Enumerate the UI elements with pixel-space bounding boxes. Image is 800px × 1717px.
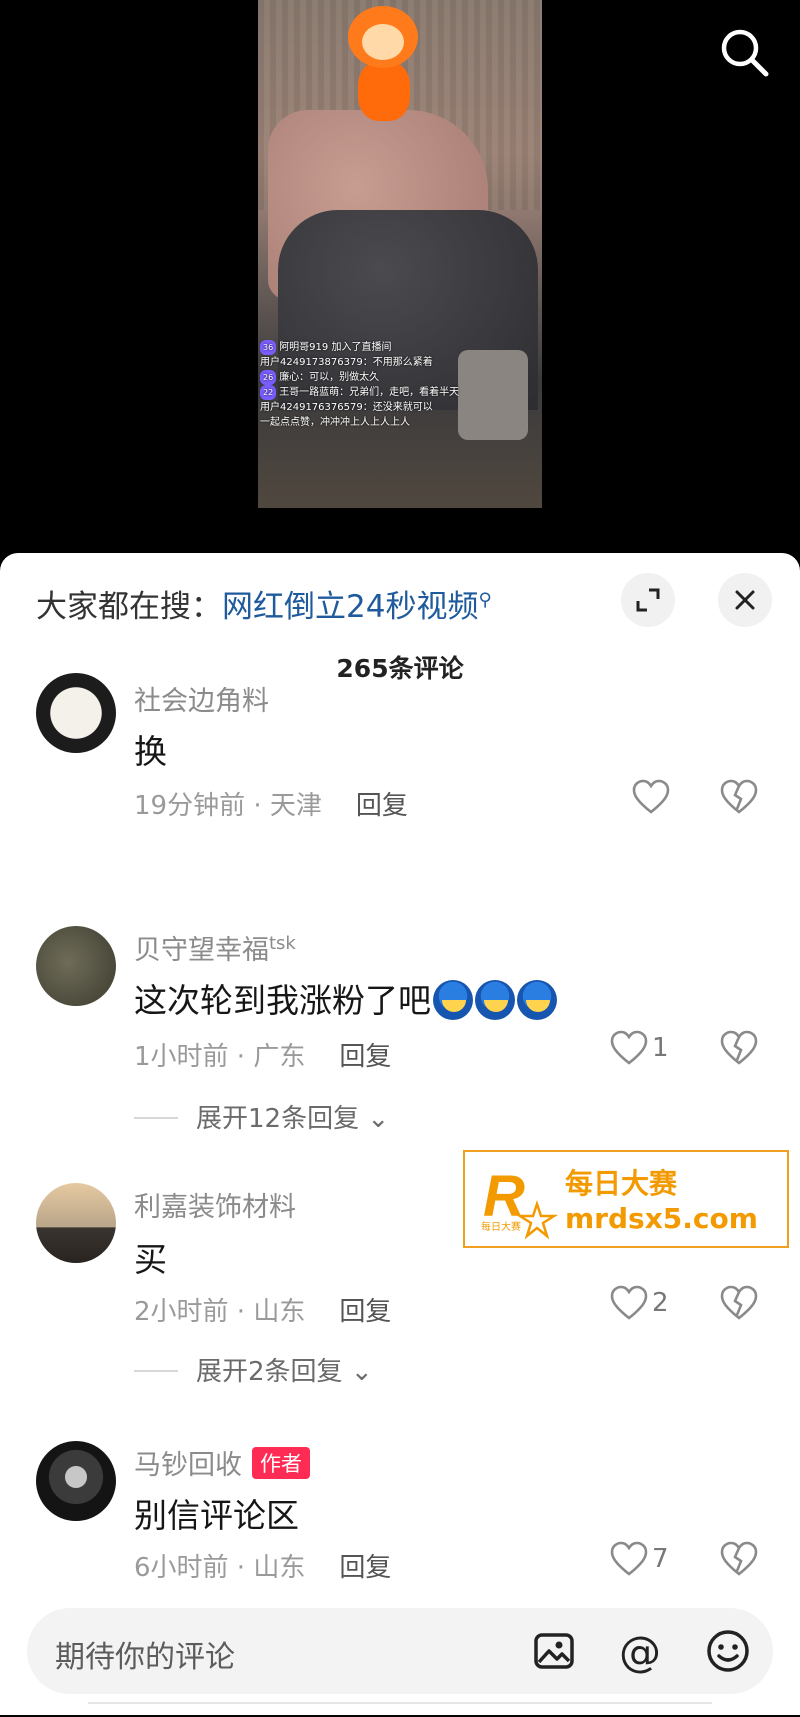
chevron-down-icon: ⌄	[350, 1357, 373, 1387]
reply-button[interactable]: 回复	[339, 1553, 391, 1583]
hot-search-bar[interactable]: 大家都在搜：网红倒立24秒视频⚲	[36, 581, 492, 626]
chevron-down-icon: ⌄	[367, 1104, 390, 1134]
at-icon[interactable]: @	[616, 1626, 666, 1676]
heart-icon	[632, 779, 670, 814]
comment-username[interactable]: 利嘉装饰材料	[134, 1185, 296, 1224]
hot-search-prefix: 大家都在搜：	[36, 589, 222, 625]
expand-replies-button[interactable]: 展开12条回复 ⌄	[134, 1098, 389, 1135]
comments-panel: 大家都在搜：网红倒立24秒视频⚲ 265条评论 社会边角料 换 19分钟前 · …	[0, 553, 800, 1715]
like-count: 2	[652, 1288, 669, 1318]
live-chat-line: 用户4249176376579：还没来就可以	[260, 402, 433, 413]
comment-input[interactable]: 期待你的评论	[55, 1632, 235, 1676]
avatar[interactable]	[36, 926, 116, 1006]
comment-count: 265条评论	[336, 654, 464, 683]
author-badge: 作者	[252, 1447, 310, 1479]
dislike-button[interactable]	[720, 1285, 758, 1325]
heart-icon	[610, 1030, 648, 1065]
watermark-title: 每日大赛	[565, 1167, 678, 1200]
comment-username[interactable]: 马钞回收 作者	[134, 1443, 310, 1482]
emoji-icon	[475, 980, 515, 1020]
comment-username[interactable]: 贝守望幸福tsk	[134, 928, 296, 967]
search-mini-icon: ⚲	[478, 589, 492, 611]
heart-icon	[610, 1541, 648, 1576]
live-chat-line: 36 阿明哥919 加入了直播间	[260, 340, 530, 355]
reply-button[interactable]: 回复	[339, 1297, 391, 1327]
comment-time-location: 2小时前 · 山东	[134, 1297, 306, 1327]
like-button[interactable]: 7	[610, 1541, 669, 1577]
close-button[interactable]	[718, 573, 772, 627]
search-icon[interactable]	[716, 24, 772, 80]
comment-text: 这次轮到我涨粉了吧	[134, 974, 557, 1022]
hot-search-term[interactable]: 网红倒立24秒视频	[222, 589, 478, 625]
live-chat-overlay: 36 阿明哥919 加入了直播间 用户424917387637​9：不用那么紧着 …	[260, 340, 530, 430]
close-icon	[735, 590, 755, 610]
comment-time-location: 19分钟前 · 天津	[134, 791, 322, 821]
video-area[interactable]: 36 阿明哥919 加入了直播间 用户424917387637​9：不用那么紧着 …	[0, 0, 800, 560]
heart-icon	[610, 1285, 648, 1320]
comment-text: 买	[134, 1240, 167, 1279]
broken-heart-icon	[720, 1285, 758, 1320]
reply-button[interactable]: 回复	[356, 791, 408, 821]
svg-text:@: @	[619, 1627, 661, 1676]
emoji-icon	[517, 980, 557, 1020]
comment-meta: 6小时前 · 山东 回复	[134, 1547, 391, 1584]
comment-text: 别信评论区	[134, 1496, 299, 1535]
like-count: 1	[652, 1033, 669, 1063]
comment-meta: 1小时前 · 广东 回复	[134, 1036, 391, 1073]
avatar[interactable]	[36, 1183, 116, 1263]
dislike-button[interactable]	[720, 1030, 758, 1070]
monkey-sticker	[348, 6, 418, 121]
live-chat-line: 一起点点赞，冲冲冲上人上人上人	[260, 417, 410, 428]
expand-panel-button[interactable]	[621, 573, 675, 627]
like-button[interactable]	[632, 779, 674, 815]
dislike-button[interactable]	[720, 779, 758, 819]
reply-button[interactable]: 回复	[339, 1042, 391, 1072]
emoji-icon[interactable]	[703, 1626, 753, 1676]
comment-time-location: 6小时前 · 山东	[134, 1553, 306, 1583]
comment-meta: 2小时前 · 山东 回复	[134, 1291, 391, 1328]
watermark: R 每日大赛 每日大赛 mrdsx5.com	[463, 1150, 789, 1248]
emoji-icon	[433, 980, 473, 1020]
broken-heart-icon	[720, 779, 758, 814]
avatar[interactable]	[36, 673, 116, 753]
comment-input-bar[interactable]: 期待你的评论 @	[27, 1608, 773, 1694]
comment-meta: 19分钟前 · 天津 回复	[134, 785, 408, 822]
comment-text: 换	[134, 732, 167, 771]
expand-replies-button[interactable]: 展开2条回复 ⌄	[134, 1351, 373, 1388]
live-chat-line: 26 廉心：可以，别做太久	[260, 370, 530, 385]
like-button[interactable]: 2	[610, 1285, 669, 1321]
broken-heart-icon	[720, 1030, 758, 1065]
live-chat-line: 22 王哥一路蓝萌：兄弟们，走吧，看着半天	[260, 385, 530, 400]
live-chat-line: 用户424917387637​9：不用那么紧着	[260, 357, 433, 368]
video-frame[interactable]: 36 阿明哥919 加入了直播间 用户424917387637​9：不用那么紧着 …	[258, 0, 542, 508]
like-button[interactable]: 1	[610, 1030, 669, 1066]
watermark-small-text: 每日大赛	[481, 1222, 521, 1233]
like-count: 7	[652, 1544, 669, 1574]
avatar[interactable]	[36, 1441, 116, 1521]
dislike-button[interactable]	[720, 1541, 758, 1581]
comment-username[interactable]: 社会边角料	[134, 679, 269, 718]
image-icon[interactable]	[529, 1626, 579, 1676]
expand-icon	[636, 588, 660, 612]
watermark-url: mrdsx5.com	[565, 1202, 758, 1235]
broken-heart-icon	[720, 1541, 758, 1576]
comment-time-location: 1小时前 · 广东	[134, 1042, 306, 1072]
